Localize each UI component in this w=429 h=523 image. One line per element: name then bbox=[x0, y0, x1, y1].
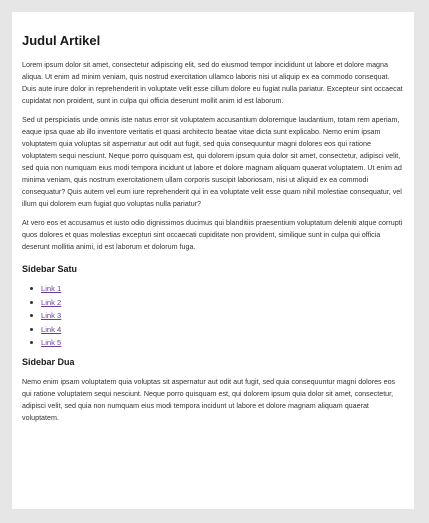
article-title: Judul Artikel bbox=[22, 33, 101, 48]
sidebar-dua-heading: Sidebar Dua bbox=[22, 356, 75, 367]
sidebar-satu-link-list: Link 1 Link 2 Link 3 Link 4 Link 5 bbox=[22, 282, 404, 350]
bullet-icon bbox=[30, 314, 33, 317]
list-item: Link 1 bbox=[30, 282, 404, 296]
list-item: Link 4 bbox=[30, 323, 404, 337]
sidebar-dua-text: Nemo enim ipsam voluptatem quia voluptas… bbox=[22, 377, 396, 422]
list-item: Link 2 bbox=[30, 296, 404, 310]
list-item: Link 3 bbox=[30, 309, 404, 323]
link-2[interactable]: Link 2 bbox=[41, 298, 61, 307]
link-3[interactable]: Link 3 bbox=[41, 311, 61, 320]
link-5[interactable]: Link 5 bbox=[41, 338, 61, 347]
article-paragraph: Lorem ipsum dolor sit amet, consectetur … bbox=[22, 61, 403, 105]
bullet-icon bbox=[30, 287, 33, 290]
article-paragraph: At vero eos et accusamus et iusto odio d… bbox=[22, 219, 403, 251]
bullet-icon bbox=[30, 341, 33, 344]
article-page: Judul Artikel Lorem ipsum dolor sit amet… bbox=[12, 12, 414, 509]
link-1[interactable]: Link 1 bbox=[41, 284, 61, 293]
bullet-icon bbox=[30, 300, 33, 304]
link-4[interactable]: Link 4 bbox=[41, 325, 61, 334]
list-item: Link 5 bbox=[30, 336, 404, 350]
bullet-icon bbox=[30, 327, 33, 331]
article-paragraph: Sed ut perspiciatis unde omnis iste natu… bbox=[22, 116, 402, 208]
sidebar-satu-heading: Sidebar Satu bbox=[22, 264, 78, 274]
